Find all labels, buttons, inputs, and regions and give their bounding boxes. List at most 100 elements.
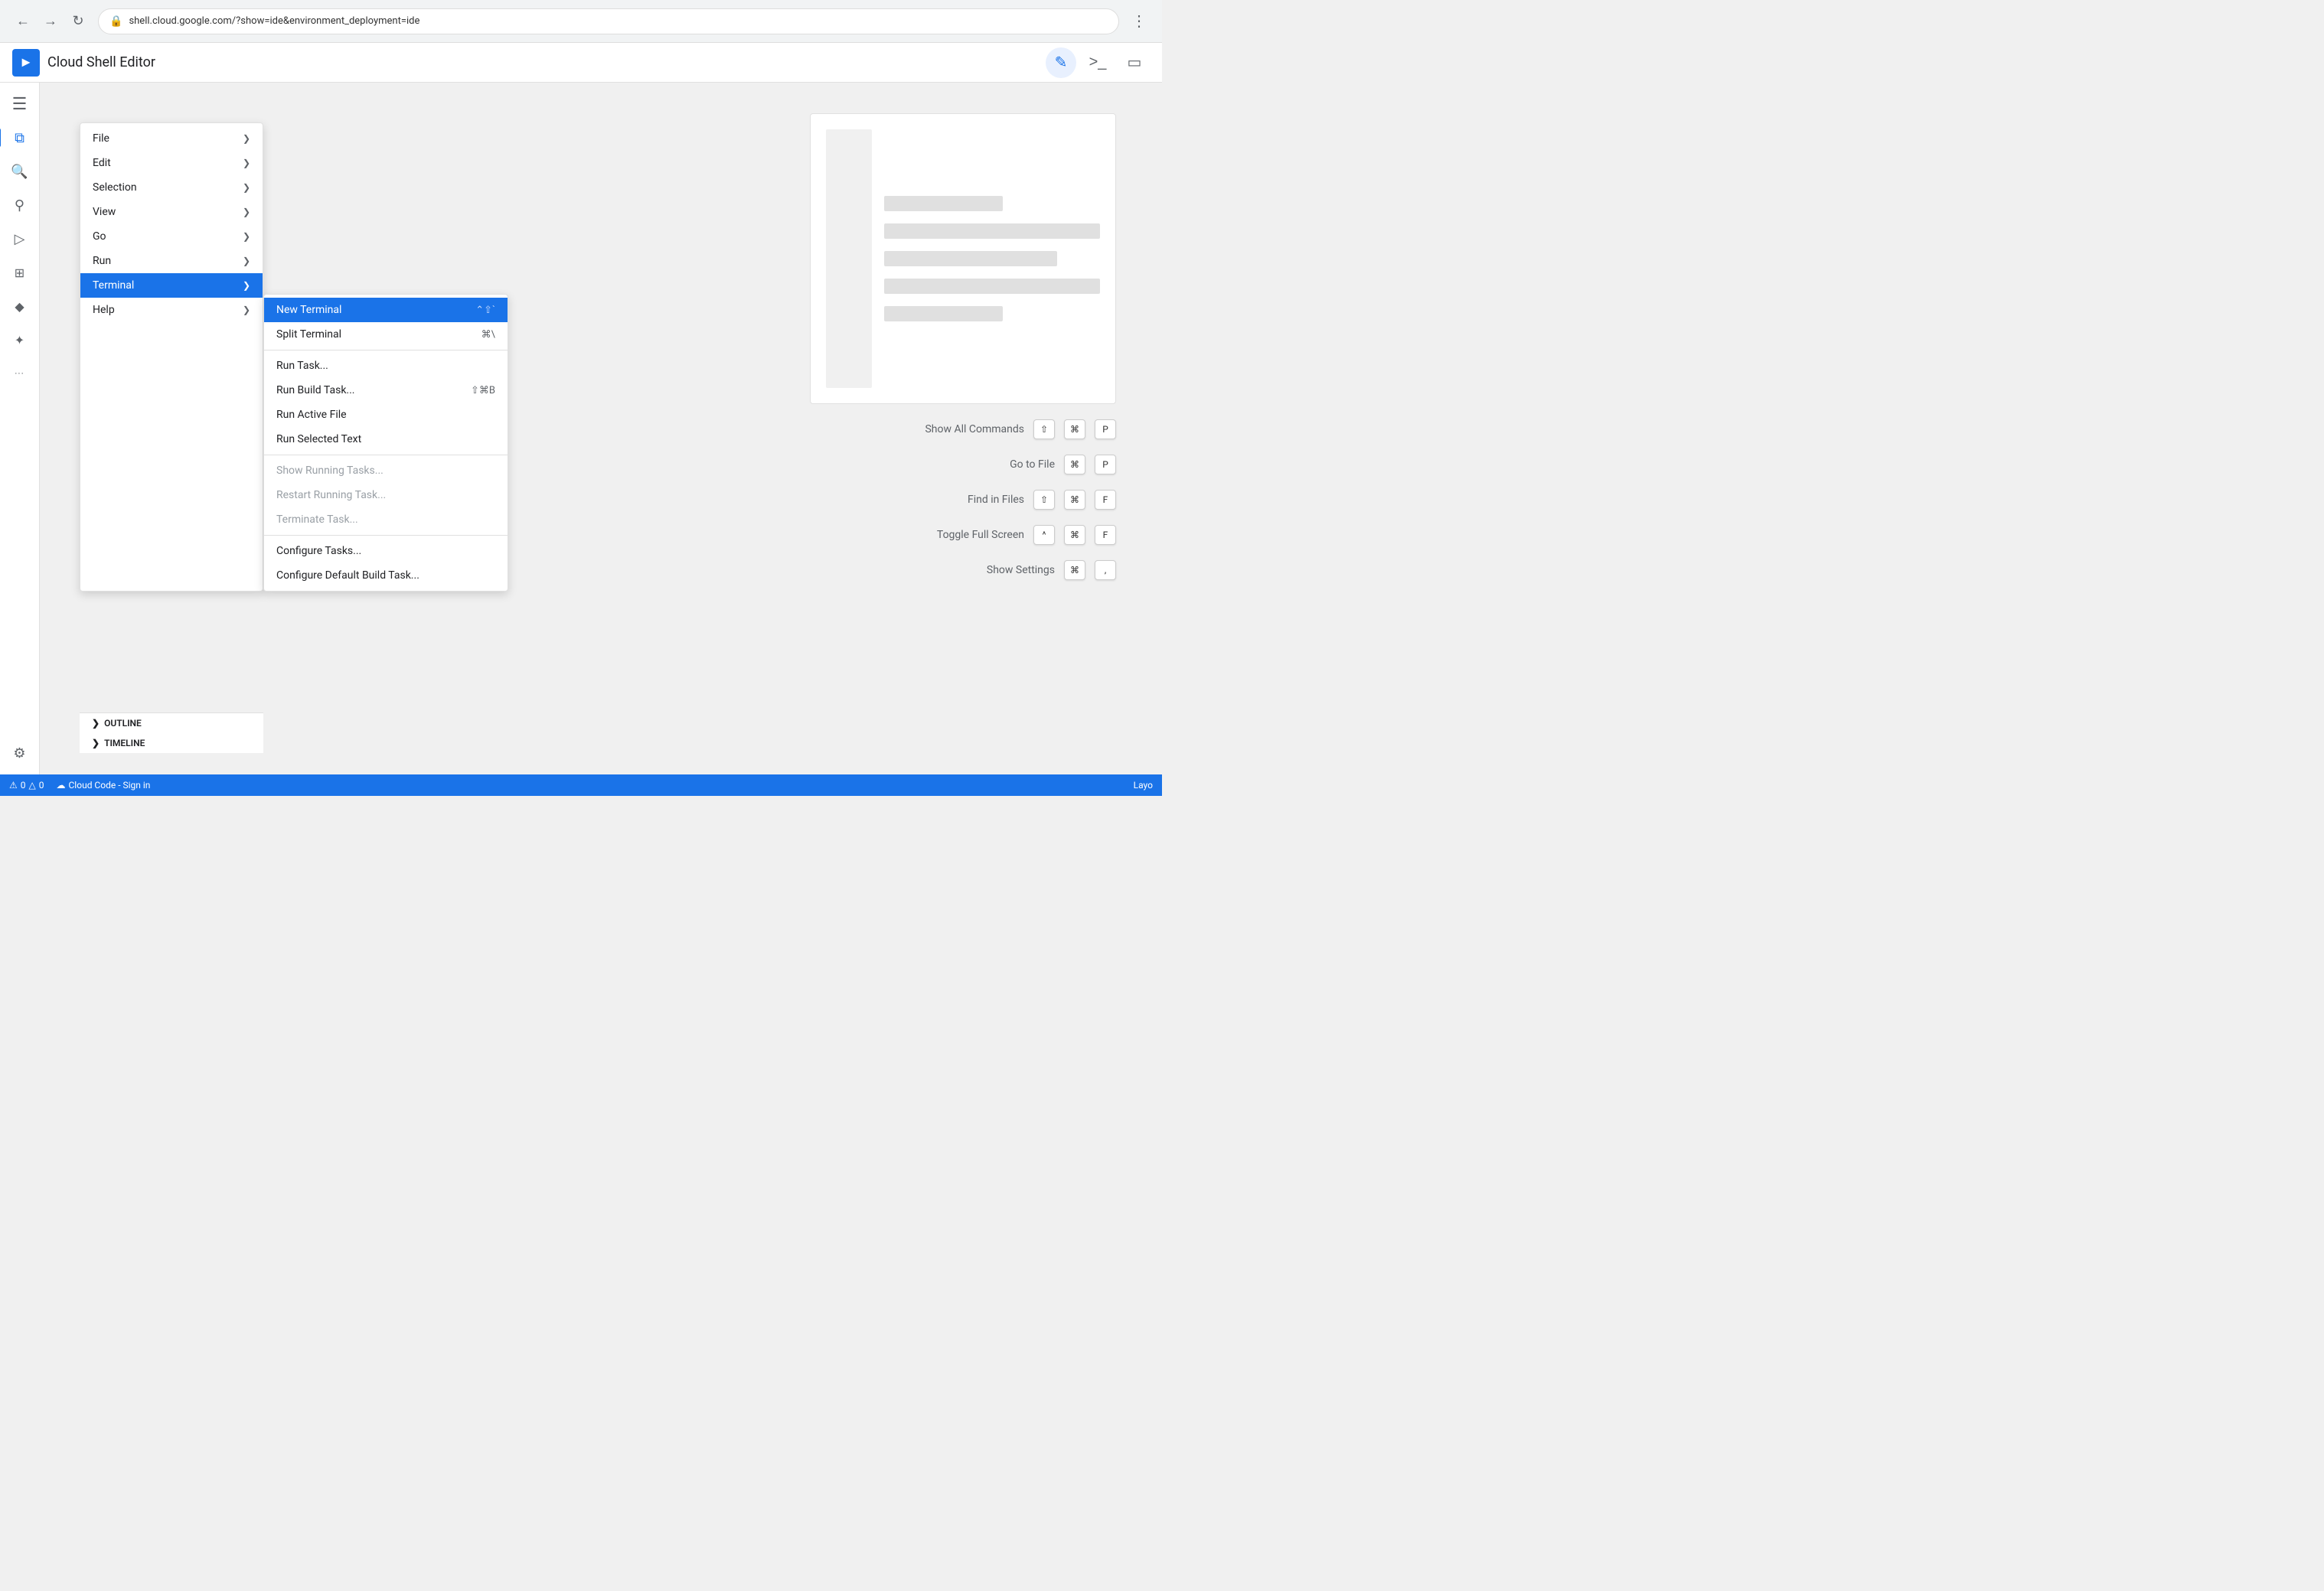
secondary-item-run-active-file-label: Run Active File [276, 409, 347, 421]
chevron-right-icon: ❯ [243, 182, 250, 193]
secondary-item-run-build-task[interactable]: Run Build Task... ⇧⌘B [264, 378, 508, 403]
url-bar[interactable]: 🔒 shell.cloud.google.com/?show=ide&envir… [98, 8, 1119, 34]
menu-item-terminal[interactable]: Terminal ❯ [80, 273, 263, 298]
outline-item-outline[interactable]: ❯ OUTLINE [80, 713, 263, 733]
shortcut-row-toggle-fullscreen: Toggle Full Screen ^ ⌘ F [925, 525, 1116, 545]
welcome-sidebar-strip [826, 129, 872, 388]
chevron-right-icon: ❯ [243, 207, 250, 217]
status-item-layout[interactable]: Layo [1134, 780, 1153, 791]
cloud-icon: ☁ [57, 780, 66, 791]
back-button[interactable]: ← [12, 11, 34, 32]
separator-3 [264, 535, 508, 536]
menu-item-run[interactable]: Run ❯ [80, 249, 263, 273]
edit-mode-button[interactable]: ✎ [1046, 47, 1076, 78]
secondary-item-show-running-tasks: Show Running Tasks... [264, 458, 508, 483]
secondary-item-configure-tasks-label: Configure Tasks... [276, 545, 361, 557]
outline-panel: ❯ OUTLINE ❯ TIMELINE [80, 712, 263, 753]
menu-item-edit-label: Edit [93, 157, 111, 169]
welcome-bar-3 [884, 251, 1057, 266]
kbd-ctrl: ^ [1033, 525, 1055, 545]
status-bar: ⚠ 0 △ 0 ☁ Cloud Code - Sign in Layo [0, 774, 1162, 796]
sidebar-bottom: ⚙ [5, 738, 35, 768]
secondary-item-run-selected-text[interactable]: Run Selected Text [264, 427, 508, 452]
secondary-item-configure-default-build[interactable]: Configure Default Build Task... [264, 563, 508, 588]
sidebar-item-star[interactable]: ✦ [5, 324, 35, 355]
shortcut-label-find-in-files: Find in Files [968, 494, 1024, 506]
primary-menu: File ❯ Edit ❯ Selection ❯ View ❯ [80, 122, 263, 592]
chevron-right-icon: ❯ [243, 305, 250, 315]
app-logo: ► Cloud Shell Editor [12, 49, 155, 77]
secondary-item-run-task[interactable]: Run Task... [264, 354, 508, 378]
menu-item-help[interactable]: Help ❯ [80, 298, 263, 322]
sidebar-item-files[interactable]: ⧉ [5, 122, 35, 153]
error-count: 0 [21, 780, 26, 791]
app-header: ► Cloud Shell Editor ✎ >_ ▭ [0, 43, 1162, 83]
shortcut-row-find-in-files: Find in Files ⇧ ⌘ F [925, 490, 1116, 510]
menu-item-selection[interactable]: Selection ❯ [80, 175, 263, 200]
reload-button[interactable]: ↻ [67, 11, 89, 32]
split-terminal-shortcut: ⌘\ [481, 329, 495, 341]
secondary-item-restart-running-task: Restart Running Task... [264, 483, 508, 507]
outline-item-outline-label: OUTLINE [104, 718, 142, 729]
sidebar-item-menu[interactable]: ☰ [5, 89, 35, 119]
sidebar-item-run[interactable]: ▷ [5, 223, 35, 254]
welcome-bar-2 [884, 223, 1100, 239]
sidebar-item-diamond[interactable]: ◆ [5, 291, 35, 321]
cloud-shell-logo-icon: ► [12, 49, 40, 77]
kbd-cmd: ⌘ [1064, 419, 1085, 439]
more-options-button[interactable]: ⋮ [1128, 11, 1150, 32]
screen-mode-button[interactable]: ▭ [1119, 47, 1150, 78]
menu-item-run-label: Run [93, 255, 111, 267]
shortcut-label-go-to-file: Go to File [1010, 458, 1055, 471]
menu-item-go[interactable]: Go ❯ [80, 224, 263, 249]
kbd-f-2: F [1095, 525, 1116, 545]
kbd-p-2: P [1095, 455, 1116, 474]
chevron-right-icon: ❯ [243, 158, 250, 168]
menu-item-view-label: View [93, 206, 116, 218]
sidebar-item-git[interactable]: ⚲ [5, 190, 35, 220]
status-item-cloud-code[interactable]: ☁ Cloud Code - Sign in [57, 780, 151, 791]
welcome-content [884, 129, 1100, 388]
warning-icon: △ [29, 780, 36, 791]
url-text: shell.cloud.google.com/?show=ide&environ… [129, 15, 419, 27]
outline-item-timeline[interactable]: ❯ TIMELINE [80, 733, 263, 753]
secondary-item-new-terminal[interactable]: New Terminal ⌃⇧` [264, 298, 508, 322]
layout-label: Layo [1134, 780, 1153, 791]
shortcut-label-toggle-fullscreen: Toggle Full Screen [937, 529, 1024, 541]
welcome-bar-4 [884, 279, 1100, 294]
secondary-item-run-build-task-label: Run Build Task... [276, 384, 354, 396]
chevron-right-icon: ❯ [243, 231, 250, 242]
forward-button[interactable]: → [40, 11, 61, 32]
secondary-item-split-terminal[interactable]: Split Terminal ⌘\ [264, 322, 508, 347]
menu-item-file[interactable]: File ❯ [80, 126, 263, 151]
kbd-cmd-2: ⌘ [1064, 455, 1085, 474]
menu-item-selection-label: Selection [93, 181, 137, 194]
shortcut-row-show-settings: Show Settings ⌘ , [925, 560, 1116, 580]
browser-nav: ← → ↻ [12, 11, 89, 32]
cloud-code-label: Cloud Code - Sign in [69, 780, 151, 791]
main-content: ☰ ⧉ 🔍 ⚲ ▷ ⊞ ◆ ✦ ··· ⚙ File ❯ [0, 83, 1162, 774]
secondary-item-terminate-task: Terminate Task... [264, 507, 508, 532]
menu-item-go-label: Go [93, 230, 106, 243]
kbd-cmd-5: ⌘ [1064, 560, 1085, 580]
sidebar-item-more[interactable]: ··· [5, 358, 35, 389]
status-item-errors[interactable]: ⚠ 0 △ 0 [9, 780, 44, 791]
sidebar-item-settings[interactable]: ⚙ [5, 738, 35, 768]
sidebar-item-search[interactable]: 🔍 [5, 156, 35, 187]
chevron-right-icon: ❯ [243, 256, 250, 266]
secondary-item-configure-tasks[interactable]: Configure Tasks... [264, 539, 508, 563]
secondary-item-new-terminal-label: New Terminal [276, 304, 341, 316]
secondary-item-split-terminal-label: Split Terminal [276, 328, 341, 341]
warning-count: 0 [39, 780, 44, 791]
menu-item-view[interactable]: View ❯ [80, 200, 263, 224]
menu-item-edit[interactable]: Edit ❯ [80, 151, 263, 175]
secondary-item-show-running-tasks-label: Show Running Tasks... [276, 465, 384, 477]
terminal-mode-button[interactable]: >_ [1082, 47, 1113, 78]
secondary-item-terminate-task-label: Terminate Task... [276, 513, 358, 526]
menu-item-help-label: Help [93, 304, 115, 316]
secondary-item-run-active-file[interactable]: Run Active File [264, 403, 508, 427]
menu-item-file-label: File [93, 132, 109, 145]
sidebar-item-extensions[interactable]: ⊞ [5, 257, 35, 288]
kbd-shift-3: ⇧ [1033, 490, 1055, 510]
welcome-bar-1 [884, 196, 1003, 211]
